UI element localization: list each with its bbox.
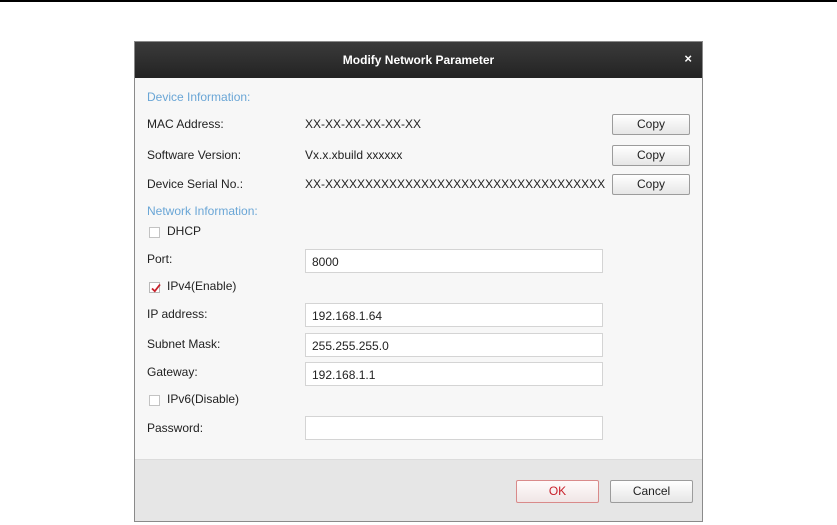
copy-software-version-button[interactable]: Copy [612, 145, 690, 166]
dialog-titlebar[interactable]: Modify Network Parameter × [135, 42, 702, 78]
top-divider [0, 0, 837, 2]
subnet-mask-field[interactable]: 255.255.255.0 [305, 333, 603, 357]
password-label: Password: [147, 421, 204, 435]
ipv4-label: IPv4(Enable) [167, 279, 237, 293]
ipv6-checkbox[interactable] [149, 395, 160, 406]
gateway-label: Gateway: [147, 365, 198, 379]
serial-number-label: Device Serial No.: [147, 177, 244, 191]
copy-serial-number-button[interactable]: Copy [612, 174, 690, 195]
dialog-title: Modify Network Parameter [342, 53, 495, 67]
gateway-field[interactable]: 192.168.1.1 [305, 362, 603, 386]
ok-button[interactable]: OK [516, 480, 599, 503]
network-info-heading: Network Information: [147, 204, 258, 218]
software-version-value: Vx.x.xbuild xxxxxx [305, 148, 403, 162]
copy-mac-button[interactable]: Copy [612, 114, 690, 135]
port-label: Port: [147, 252, 173, 266]
device-info-heading: Device Information: [147, 90, 251, 104]
password-field[interactable] [305, 416, 603, 440]
serial-number-value: XX-XXXXXXXXXXXXXXXXXXXXXXXXXXXXXXXXXXX [305, 177, 606, 191]
check-icon [151, 283, 161, 293]
dialog-footer: OK Cancel [135, 459, 702, 521]
cancel-button[interactable]: Cancel [610, 480, 693, 503]
mac-address-value: XX-XX-XX-XX-XX-XX [305, 117, 422, 131]
ipv6-label: IPv6(Disable) [167, 392, 240, 406]
subnet-mask-label: Subnet Mask: [147, 337, 221, 351]
dhcp-checkbox[interactable] [149, 227, 160, 238]
software-version-label: Software Version: [147, 148, 242, 162]
port-field[interactable]: 8000 [305, 249, 603, 273]
mac-address-label: MAC Address: [147, 117, 224, 131]
dhcp-label: DHCP [167, 224, 202, 238]
ip-address-label: IP address: [147, 307, 208, 321]
modify-network-dialog: Modify Network Parameter × Device Inform… [134, 41, 703, 522]
close-icon[interactable]: × [684, 51, 692, 67]
ip-address-field[interactable]: 192.168.1.64 [305, 303, 603, 327]
ipv4-checkbox[interactable] [149, 282, 161, 293]
